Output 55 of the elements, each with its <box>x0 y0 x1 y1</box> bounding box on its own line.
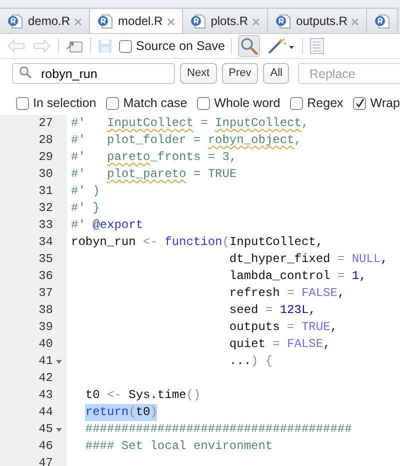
code-line: refresh = FALSE, <box>228 285 345 302</box>
search-field[interactable]: robyn_run <box>12 63 175 84</box>
line-number: 31 <box>38 183 53 200</box>
code-line: #### Set local environment <box>84 438 273 455</box>
find-button[interactable]: Prev <box>222 63 258 84</box>
checkbox-label: Match case <box>123 94 188 112</box>
replace-field[interactable]: Replace <box>298 63 400 84</box>
code-line: #' plot_folder = robyn_object, <box>70 132 302 149</box>
line-number: 38 <box>38 302 53 319</box>
code-line: #' plot_pareto = TRUE <box>70 166 237 183</box>
code-line: t0 <- Sys.time() <box>84 387 201 404</box>
checkbox-label: Regex <box>307 94 344 112</box>
code-line: outputs = TRUE, <box>228 319 338 336</box>
checkbox-label: Whole word <box>214 94 280 112</box>
line-number: 45 <box>38 421 53 438</box>
checkbox-label: Source on Save <box>136 38 225 55</box>
line-number: 28 <box>38 132 53 149</box>
checkbox-label: Wrap <box>370 94 400 112</box>
code-line: dt_hyper_fixed = NULL, <box>228 251 388 268</box>
line-number: 33 <box>38 217 53 234</box>
line-number: 32 <box>38 200 53 217</box>
file-tab[interactable]: model.R <box>90 8 183 33</box>
code-line: #' } <box>70 200 100 217</box>
file-tab[interactable]: outputs.R <box>268 8 368 33</box>
line-number: 35 <box>38 251 53 268</box>
code-line: return(t0) <box>84 404 158 421</box>
code-line: #' @export <box>70 217 144 234</box>
code-line: seed = 123L, <box>228 302 316 319</box>
line-number: 37 <box>38 285 53 302</box>
code-line: lambda_control = 1, <box>228 268 366 285</box>
line-number: 39 <box>38 319 53 336</box>
line-number: 46 <box>38 438 53 455</box>
code-line: robyn_run <- function(InputCollect, <box>70 234 324 251</box>
file-tab[interactable]: plots.R <box>182 8 268 33</box>
line-number: 44 <box>38 404 53 421</box>
find-button[interactable]: Next <box>180 63 217 84</box>
code-line: ##################################### <box>84 421 352 438</box>
line-number: 43 <box>38 387 53 404</box>
line-number: 40 <box>38 336 53 353</box>
line-number: 29 <box>38 149 53 166</box>
find-button[interactable]: All <box>263 63 290 84</box>
code-line: #' InputCollect = InputCollect, <box>70 115 309 132</box>
line-number: 41 <box>38 353 53 370</box>
line-number: 36 <box>38 268 53 285</box>
line-number: 42 <box>38 370 53 387</box>
code-line: quiet = FALSE, <box>228 336 330 353</box>
file-tab[interactable]: demo.R <box>0 8 90 33</box>
code-line: #' pareto_fronts = 3, <box>70 149 237 166</box>
line-number: 27 <box>38 115 53 132</box>
code-line: #' ) <box>70 183 100 200</box>
line-number: 30 <box>38 166 53 183</box>
line-number: 34 <box>38 234 53 251</box>
line-number: 47 <box>38 455 53 466</box>
code-line: ...) { <box>228 353 273 370</box>
checkbox-label: In selection <box>33 94 96 112</box>
